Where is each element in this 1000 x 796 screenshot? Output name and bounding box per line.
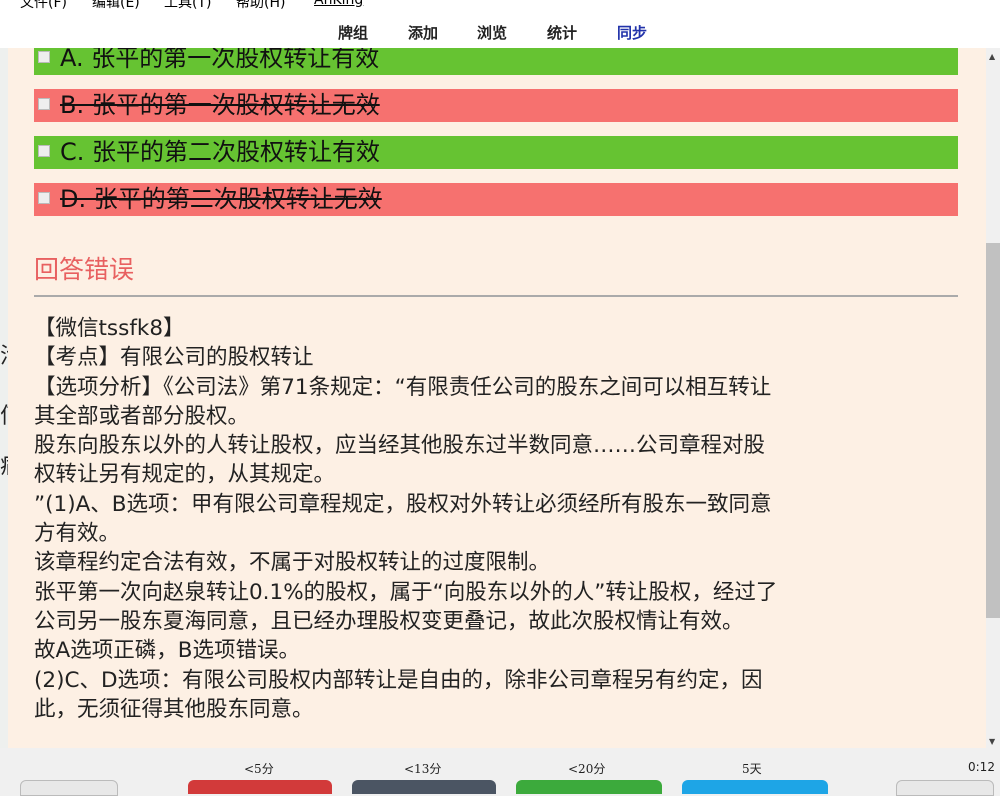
sliver-char: 何 — [0, 398, 8, 430]
option-checkbox[interactable] — [38, 98, 50, 110]
explanation-line: 【考点】有限公司的股权转让 — [34, 345, 314, 371]
good-interval: <20分 — [568, 762, 606, 776]
explanation-line: 此，无须征得其他股东同意。 — [34, 696, 314, 722]
option-text: D. 张平的第二次股权转让无效 — [60, 185, 382, 213]
option-text: B. 张平的第一次股权转让无效 — [60, 91, 380, 119]
menu-edit[interactable]: 编辑(E) — [92, 0, 140, 12]
hard-interval: <13分 — [404, 762, 442, 776]
result-label: 回答错误 — [34, 255, 135, 284]
sliver-char: 病 — [0, 448, 8, 480]
menu-tools[interactable]: 工具(T) — [164, 0, 211, 12]
menu-anking[interactable]: AnKing — [314, 0, 363, 8]
option-text: C. 张平的第二次股权转让有效 — [60, 138, 381, 166]
again-interval: <5分 — [244, 762, 274, 776]
explanation-line: 故A选项正磷，B选项错误。 — [34, 638, 300, 664]
scrollbar-thumb[interactable] — [986, 243, 1000, 618]
option-checkbox[interactable] — [38, 51, 50, 63]
explanation-line: 【选项分析】《公司法》第71条规定：“有限责任公司的股东之间可以相互转让 — [34, 374, 772, 400]
sliver-char: 活 — [0, 338, 8, 370]
option-b[interactable]: B. 张平的第一次股权转让无效 — [34, 89, 958, 122]
sync-button[interactable]: 同步 — [617, 22, 647, 43]
card-content: A. 张平的第一次股权转让有效 B. 张平的第一次股权转让无效 C. 张平的第二… — [8, 48, 986, 748]
explanation-line: 公司另一股东夏海同意，且已经办理股权变更叠记，故此次股权情让有效。 — [34, 608, 744, 634]
explanation-line: ”(1)A、B选项：甲有限公司章程规定，股权对外转让必须经所有股东一致同意 — [34, 491, 772, 517]
divider — [34, 295, 958, 297]
option-c[interactable]: C. 张平的第二次股权转让有效 — [34, 136, 958, 169]
option-text: A. 张平的第一次股权转让有效 — [60, 48, 380, 72]
decks-button[interactable]: 牌组 — [338, 22, 368, 43]
explanation-line: (2)C、D选项：有限公司股权内部转让是自由的，除非公司章程另有约定，因 — [34, 667, 763, 693]
easy-button[interactable] — [682, 780, 828, 794]
hard-button[interactable] — [352, 780, 496, 794]
explanation-line: 权转让另有规定的，从其规定。 — [34, 462, 336, 488]
answer-bar: <5分 <13分 <20分 5天 0:12 — [0, 748, 1000, 796]
again-button[interactable] — [188, 780, 332, 794]
edit-button[interactable] — [20, 780, 118, 796]
answer-timer: 0:12 — [968, 760, 995, 774]
explanation-line: 方有效。 — [34, 521, 121, 547]
menu-bar: 文件(F) 编辑(E) 工具(T) 帮助(H) AnKing — [0, 0, 1000, 12]
good-button[interactable] — [516, 780, 662, 794]
scroll-up-arrow-icon[interactable]: ▲ — [989, 52, 995, 61]
explanation: 【微信tssfk8】 【考点】有限公司的股权转让 【选项分析】《公司法》第71条… — [34, 314, 962, 724]
explanation-line: 股东向股东以外的人转让股权，应当经其他股东过半数同意……公司章程对股 — [34, 433, 766, 459]
menu-help[interactable]: 帮助(H) — [236, 0, 285, 12]
background-window-sliver: 活 何 病 — [0, 48, 8, 748]
more-button[interactable] — [896, 780, 994, 796]
stats-button[interactable]: 统计 — [547, 22, 577, 43]
add-button[interactable]: 添加 — [408, 22, 438, 43]
explanation-line: 【微信tssfk8】 — [34, 316, 185, 341]
option-d[interactable]: D. 张平的第二次股权转让无效 — [34, 183, 958, 216]
explanation-line: 张平第一次向赵泉转让0.1%的股权，属于“向股东以外的人”转让股权，经过了 — [34, 579, 778, 605]
card-scrollbar[interactable]: ▲ ▼ — [986, 48, 1000, 748]
option-a[interactable]: A. 张平的第一次股权转让有效 — [34, 48, 958, 75]
scroll-down-arrow-icon[interactable]: ▼ — [989, 737, 995, 746]
menu-file[interactable]: 文件(F) — [20, 0, 67, 12]
main-toolbar: 牌组 添加 浏览 统计 同步 — [0, 12, 1000, 48]
option-checkbox[interactable] — [38, 145, 50, 157]
explanation-line: 其全部或者部分股权。 — [34, 403, 250, 429]
explanation-line: 该章程约定合法有效，不属于对股权转让的过度限制。 — [34, 550, 551, 576]
browse-button[interactable]: 浏览 — [477, 22, 507, 43]
easy-interval: 5天 — [742, 762, 762, 776]
option-checkbox[interactable] — [38, 192, 50, 204]
